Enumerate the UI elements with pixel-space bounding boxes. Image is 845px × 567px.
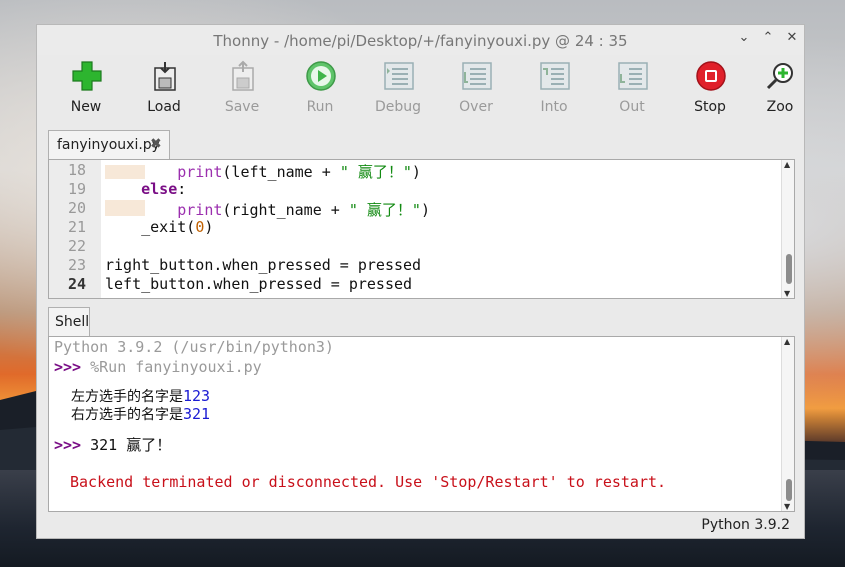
out-label: Out [619,99,645,115]
debug-icon [384,62,414,90]
line-number: 21 [67,218,86,236]
zoom-button[interactable]: Zoo [745,55,806,119]
editor-scroll-thumb[interactable] [786,254,792,284]
shell-console[interactable]: Python 3.9.2 (/usr/bin/python3) >>> %Run… [48,336,795,512]
new-icon [72,61,102,91]
line-number: 18 [67,161,86,179]
code-line: _exit(0) [141,218,214,236]
scroll-down-icon[interactable]: ▼ [784,289,790,298]
close-icon[interactable]: ✕ [784,30,800,46]
run-label: Run [306,99,334,115]
status-bar: Python 3.9.2 [37,512,804,538]
into-label: Into [540,99,568,115]
code-line: left_button.when_pressed = pressed [105,275,413,293]
debug-label: Debug [374,99,422,115]
save-button[interactable]: Save [207,55,277,119]
shell-error-message: Backend terminated or disconnected. Use … [70,473,667,491]
shell-tab-label: Shell [55,314,90,330]
minimize-icon[interactable]: ⌄ [736,30,752,46]
line-number: 19 [67,180,86,198]
new-label: New [70,99,102,115]
run-button[interactable]: Run [285,55,355,119]
shell-output-line: 右方选手的名字是321 [71,405,211,423]
tab-shell[interactable]: Shell [48,307,90,337]
title-bar[interactable]: Thonny - /home/pi/Desktop/+/fanyinyouxi.… [37,25,804,55]
shell-output-line: 左方选手的名字是123 [71,387,211,405]
debug-button[interactable]: Debug [363,55,433,119]
editor-tab-label: fanyinyouxi.py [57,137,160,153]
over-button[interactable]: Over [441,55,511,119]
shell-scroll-thumb[interactable] [786,479,792,501]
close-tab-icon[interactable]: ✖ [150,136,162,152]
thonny-window: Thonny - /home/pi/Desktop/+/fanyinyouxi.… [36,24,805,539]
code-line: right_button.when_pressed = pressed [105,256,422,274]
python-version-button[interactable]: Python 3.9.2 [701,517,790,533]
toolbar: New Load Save Run Debug Over Into Out St… [37,55,804,119]
stop-label: Stop [694,99,726,115]
zoom-label: Zoo [766,99,794,115]
shell-input-line: >>> 321 赢了！ [54,436,172,454]
maximize-icon[interactable]: ⌃ [760,30,776,46]
save-icon [232,60,254,91]
shell-banner: Python 3.9.2 (/usr/bin/python3) [54,338,334,356]
into-button[interactable]: Into [519,55,589,119]
line-number: 22 [67,237,86,255]
line-number-current: 24 [67,275,86,293]
out-button[interactable]: Out [597,55,667,119]
new-button[interactable]: New [51,55,121,119]
code-line: print(left_name + " 赢了！") [177,163,421,181]
code-line: print(right_name + " 赢了！") [177,201,430,219]
step-out-icon [618,62,648,90]
load-button[interactable]: Load [129,55,199,119]
line-number: 20 [67,199,86,217]
stop-button[interactable]: Stop [675,55,745,119]
scroll-up-icon[interactable]: ▲ [784,337,790,346]
tab-fanyinyouxi[interactable]: fanyinyouxi.py ✖ [48,130,170,160]
code-editor[interactable]: 18 print(left_name + " 赢了！") 19 else: 20… [48,159,795,299]
zoom-icon [766,63,793,90]
load-icon [154,62,176,91]
stop-icon [696,61,726,91]
scroll-up-icon[interactable]: ▲ [784,160,790,169]
line-number: 23 [67,256,86,274]
run-icon [306,61,336,91]
step-into-icon [540,62,570,90]
load-label: Load [147,99,181,115]
scroll-down-icon[interactable]: ▼ [784,502,790,511]
code-line: else: [141,180,187,198]
shell-run-line: >>> %Run fanyinyouxi.py [54,358,262,376]
save-label: Save [224,99,260,115]
window-title: Thonny - /home/pi/Desktop/+/fanyinyouxi.… [213,32,628,50]
over-label: Over [459,99,493,115]
step-over-icon [462,62,492,90]
editor-scrollbar[interactable]: ▲ ▼ [781,160,794,298]
shell-scrollbar[interactable]: ▲ ▼ [781,337,794,511]
